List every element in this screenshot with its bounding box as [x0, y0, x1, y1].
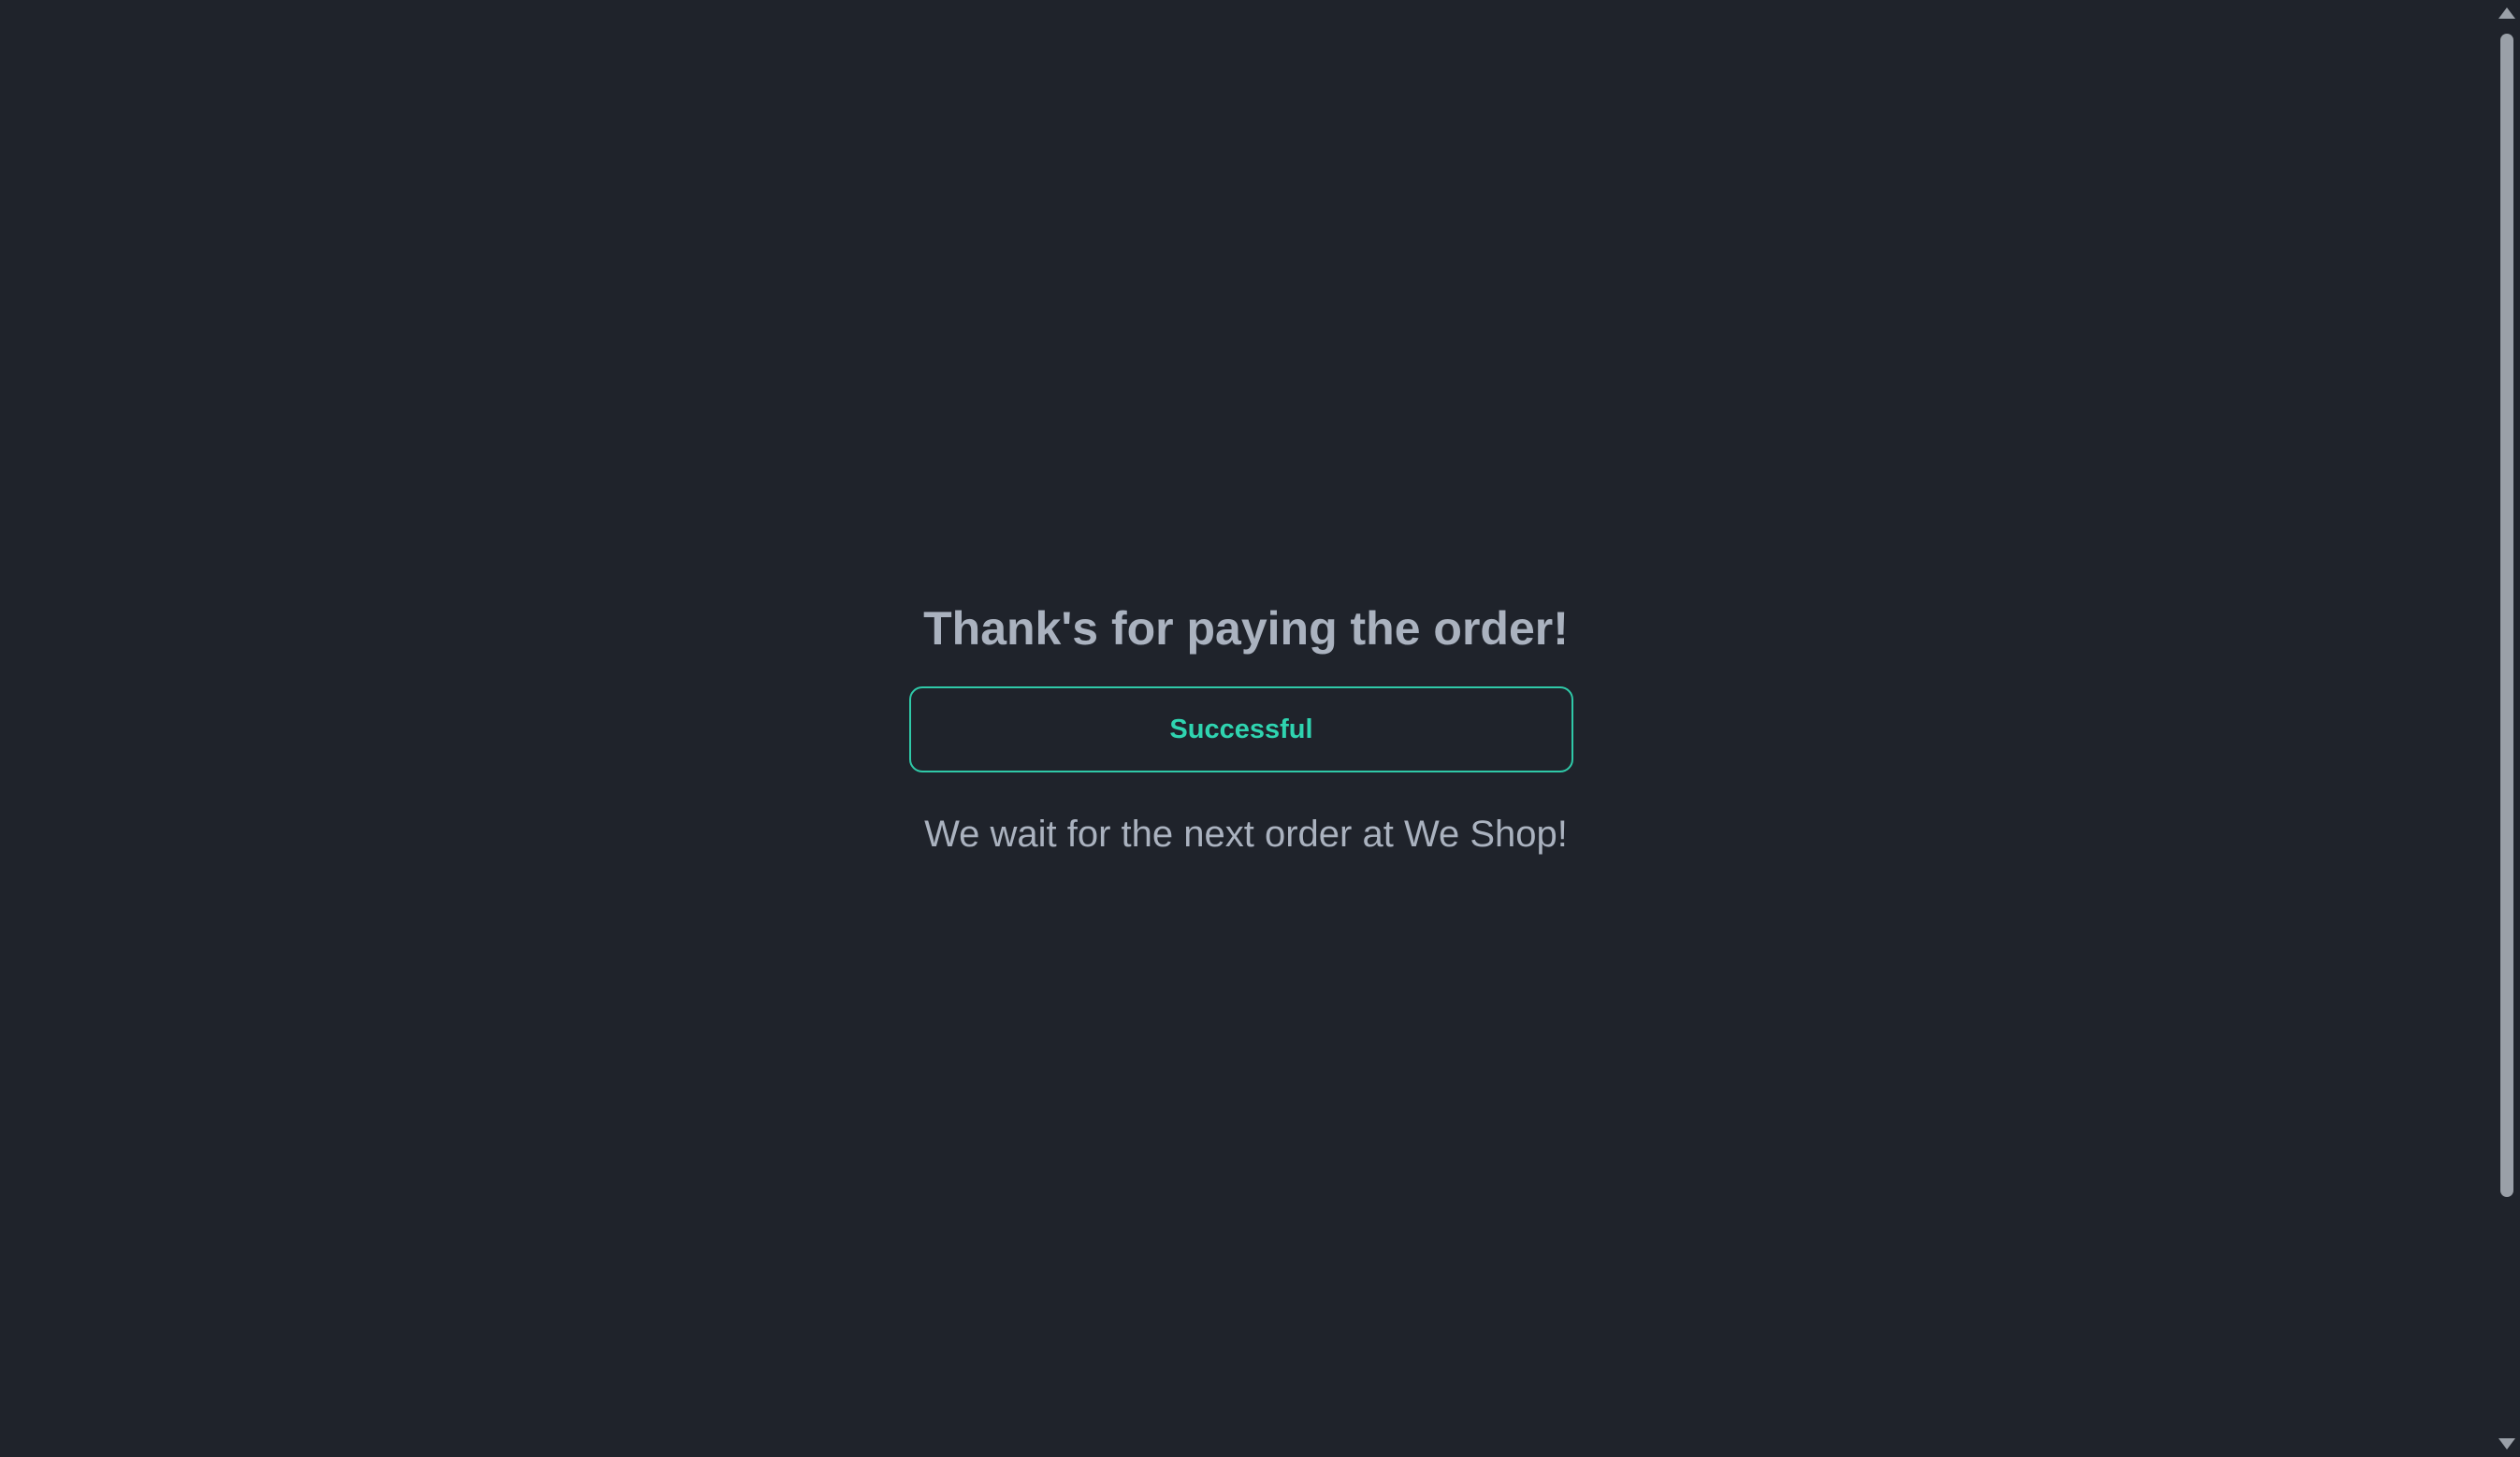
page: Thank's for paying the order! Successful…	[0, 0, 2520, 1457]
scroll-up-icon[interactable]	[2498, 7, 2515, 19]
vertical-scrollbar[interactable]	[2492, 0, 2520, 1457]
status-badge: Successful	[909, 686, 1573, 772]
scroll-down-icon[interactable]	[2498, 1438, 2515, 1450]
page-title: Thank's for paying the order!	[923, 602, 1569, 655]
scrollbar-thumb[interactable]	[2500, 34, 2513, 1197]
main-content: Thank's for paying the order! Successful…	[0, 0, 2492, 1457]
thank-you-message: We wait for the next order at We Shop!	[924, 814, 1568, 855]
